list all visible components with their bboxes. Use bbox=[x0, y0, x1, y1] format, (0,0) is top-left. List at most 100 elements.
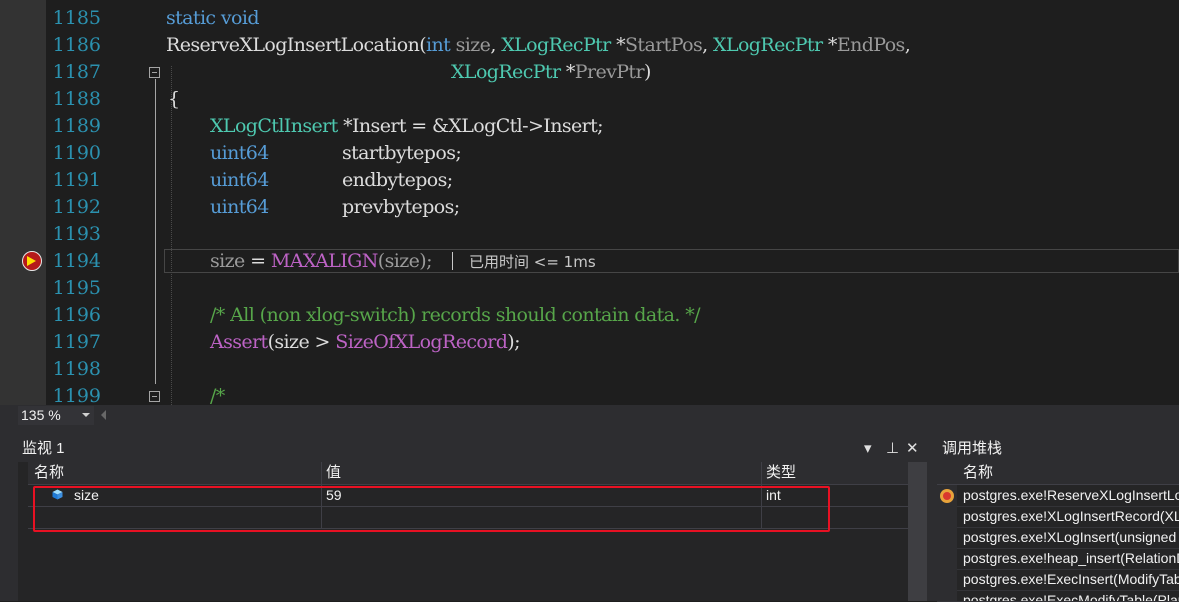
callstack-frame[interactable]: postgres.exe!ExecInsert(ModifyTableState… bbox=[937, 569, 1179, 591]
frame-gutter bbox=[937, 569, 957, 590]
watch-column-headers: 名称 值 类型 bbox=[28, 462, 908, 485]
code-token: size bbox=[455, 34, 491, 56]
callstack-frame[interactable]: postgres.exe!ExecModifyTable(PlanState *… bbox=[937, 590, 1179, 602]
column-header-name[interactable]: 名称 bbox=[963, 464, 993, 482]
callstack-column-header: 名称 bbox=[937, 462, 1179, 485]
line-number: 1186 bbox=[52, 34, 101, 56]
code-line: 1193 bbox=[0, 221, 1179, 248]
watch-panel: 监视 1 ▾ ⊥ ✕ 名称 值 类型 size 59 int bbox=[18, 436, 927, 601]
callstack-frame[interactable]: postgres.exe!XLogInsert(unsigned char rm… bbox=[937, 527, 1179, 549]
code-token: *Insert = &XLogCtl->Insert; bbox=[337, 115, 603, 137]
watch-panel-header: 监视 1 ▾ ⊥ ✕ bbox=[18, 436, 927, 462]
scroll-left-arrow-icon[interactable] bbox=[101, 410, 106, 420]
line-number: 1185 bbox=[52, 7, 101, 29]
code-token: * bbox=[560, 61, 576, 83]
line-number: 1189 bbox=[52, 115, 101, 137]
code-token: (size); bbox=[377, 250, 433, 272]
perf-tip-separator bbox=[452, 252, 453, 270]
line-number: 1196 bbox=[52, 304, 101, 326]
code-line: 1199 /* bbox=[0, 383, 1179, 405]
code-token: (size > bbox=[267, 331, 336, 353]
frame-gutter bbox=[937, 527, 957, 548]
code-token: XLogRecPtr bbox=[713, 34, 823, 56]
perf-tip[interactable]: 已用时间 <= 1ms bbox=[469, 252, 596, 272]
code-token: uint64 bbox=[210, 196, 269, 218]
code-token: uint64 bbox=[210, 142, 269, 164]
code-token: ReserveXLogInsertLocation( bbox=[166, 34, 427, 56]
callstack-frame-label: postgres.exe!XLogInsert(unsigned char rm… bbox=[963, 529, 1179, 545]
watch-panel-title: 监视 1 bbox=[22, 440, 65, 457]
pin-icon[interactable]: ⊥ bbox=[886, 439, 899, 459]
callstack-frame-label: postgres.exe!ExecInsert(ModifyTableState… bbox=[963, 571, 1179, 587]
code-token: = bbox=[244, 250, 271, 272]
code-token: * bbox=[610, 34, 626, 56]
line-number: 1198 bbox=[52, 358, 101, 380]
code-line: 1196 /* All (non xlog-switch) records sh… bbox=[0, 302, 1179, 329]
code-line: 1186 ReserveXLogInsertLocation(int size,… bbox=[0, 32, 1179, 59]
column-header-value[interactable]: 值 bbox=[326, 464, 341, 482]
code-comment: /* All (non xlog-switch) records should … bbox=[210, 304, 701, 326]
line-number: 1193 bbox=[52, 223, 101, 245]
code-token: , bbox=[702, 34, 714, 56]
callstack-frame-label: postgres.exe!heap_insert(RelationData * … bbox=[963, 550, 1179, 566]
callstack-frame[interactable]: postgres.exe!XLogInsertRecord(XLogRecDat… bbox=[937, 506, 1179, 528]
code-line: 1195 bbox=[0, 275, 1179, 302]
callstack-panel-title: 调用堆栈 bbox=[942, 440, 1003, 457]
callstack-frame-label: postgres.exe!ReserveXLogInsertLocation(i… bbox=[963, 487, 1179, 503]
code-token: XLogRecPtr bbox=[501, 34, 611, 56]
line-number: 1190 bbox=[52, 142, 101, 164]
code-token: static bbox=[166, 7, 216, 29]
code-token: , bbox=[490, 34, 502, 56]
column-divider[interactable] bbox=[321, 462, 322, 484]
line-number: 1187 bbox=[52, 61, 101, 83]
zoom-level-dropdown[interactable]: 135 % bbox=[18, 406, 94, 425]
column-header-name[interactable]: 名称 bbox=[34, 464, 64, 482]
line-number: 1188 bbox=[52, 88, 101, 110]
line-number: 1192 bbox=[52, 196, 101, 218]
column-divider[interactable] bbox=[761, 462, 762, 484]
code-line: 1185 static void bbox=[0, 5, 1179, 32]
panel-menu-dropdown-icon[interactable]: ▾ bbox=[864, 439, 872, 459]
code-token: Assert bbox=[210, 331, 268, 353]
chevron-down-icon bbox=[82, 413, 90, 417]
code-token: ); bbox=[507, 331, 520, 353]
code-token: endbytepos; bbox=[342, 169, 453, 191]
code-line: 1192 uint64 prevbytepos; bbox=[0, 194, 1179, 221]
code-token: size bbox=[210, 250, 245, 272]
line-number: 1191 bbox=[52, 169, 101, 191]
code-token: , bbox=[904, 34, 911, 56]
code-comment: /* bbox=[210, 385, 225, 405]
code-token: EndPos bbox=[836, 34, 905, 56]
frame-gutter bbox=[937, 506, 957, 527]
line-number: 1195 bbox=[52, 277, 101, 299]
close-icon[interactable]: ✕ bbox=[906, 439, 919, 459]
code-token: XLogCtlInsert bbox=[210, 115, 338, 137]
code-line: 1188 { bbox=[0, 86, 1179, 113]
debug-panels: 监视 1 ▾ ⊥ ✕ 名称 值 类型 size 59 int 调用堆栈 名称 p… bbox=[0, 427, 1179, 602]
frame-gutter bbox=[937, 548, 957, 569]
code-editor[interactable]: 1185 static void 1186 ReserveXLogInsertL… bbox=[0, 0, 1179, 405]
vertical-scrollbar[interactable] bbox=[908, 462, 927, 601]
code-token: ) bbox=[643, 61, 651, 83]
code-token: startbytepos; bbox=[342, 142, 462, 164]
code-token: XLogRecPtr bbox=[451, 61, 561, 83]
annotation-highlight-box bbox=[33, 486, 830, 532]
line-number: 1197 bbox=[52, 331, 101, 353]
callstack-frame-current[interactable]: postgres.exe!ReserveXLogInsertLocation(i… bbox=[937, 485, 1179, 507]
code-line: 1187 XLogRecPtr *PrevPtr) bbox=[0, 59, 1179, 86]
code-line: 1197 Assert(size > SizeOfXLogRecord); bbox=[0, 329, 1179, 356]
column-header-type[interactable]: 类型 bbox=[766, 464, 796, 482]
line-number: 1194 bbox=[52, 250, 101, 272]
code-token: void bbox=[220, 7, 260, 29]
callstack-frame[interactable]: postgres.exe!heap_insert(RelationData * … bbox=[937, 548, 1179, 570]
callstack-panel-header: 调用堆栈 bbox=[937, 436, 1179, 462]
code-line: 1191 uint64 endbytepos; bbox=[0, 167, 1179, 194]
code-line: 1189 XLogCtlInsert *Insert = &XLogCtl->I… bbox=[0, 113, 1179, 140]
code-token: PrevPtr bbox=[574, 61, 645, 83]
code-token: prevbytepos; bbox=[342, 196, 460, 218]
code-token: { bbox=[168, 88, 180, 110]
current-frame-icon bbox=[940, 489, 954, 503]
code-line: 1198 bbox=[0, 356, 1179, 383]
code-token: uint64 bbox=[210, 169, 269, 191]
code-token: * bbox=[822, 34, 838, 56]
